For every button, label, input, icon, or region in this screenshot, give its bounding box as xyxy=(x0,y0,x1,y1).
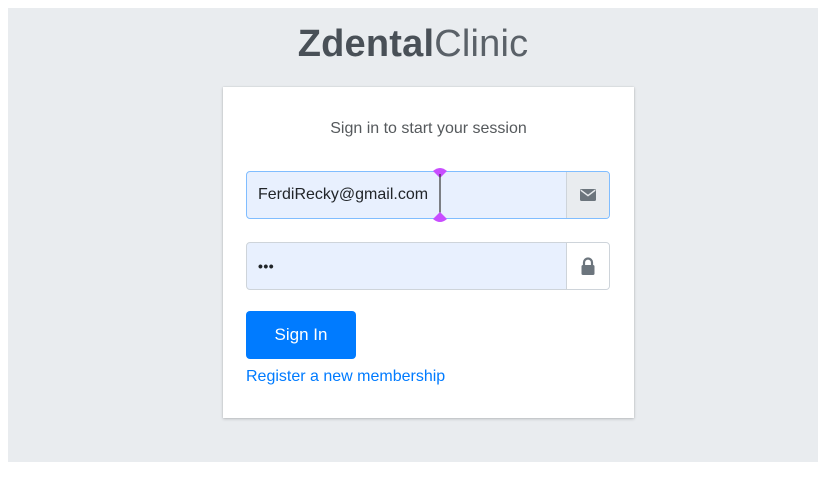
password-addon xyxy=(566,243,609,289)
login-box-message: Sign in to start your session xyxy=(330,120,527,137)
envelope-icon xyxy=(580,189,596,201)
text-selection-handle[interactable] xyxy=(431,166,449,224)
register-link[interactable]: Register a new membership xyxy=(246,368,445,386)
logo-bold-text: Zdental xyxy=(297,23,435,65)
password-input[interactable] xyxy=(247,243,566,289)
email-input-group xyxy=(246,168,610,222)
sign-in-button[interactable]: Sign In xyxy=(246,311,356,359)
app-logo[interactable]: ZdentalClinic xyxy=(8,22,818,66)
login-card: Sign in to start your session FerdiRecky… xyxy=(223,87,634,418)
logo-light-text: Clinic xyxy=(434,23,529,65)
email-addon xyxy=(566,172,609,218)
password-input-group xyxy=(246,242,610,290)
login-page: ZdentalClinic Sign in to start your sess… xyxy=(8,8,818,462)
lock-icon xyxy=(581,257,595,275)
email-input[interactable] xyxy=(247,172,566,218)
